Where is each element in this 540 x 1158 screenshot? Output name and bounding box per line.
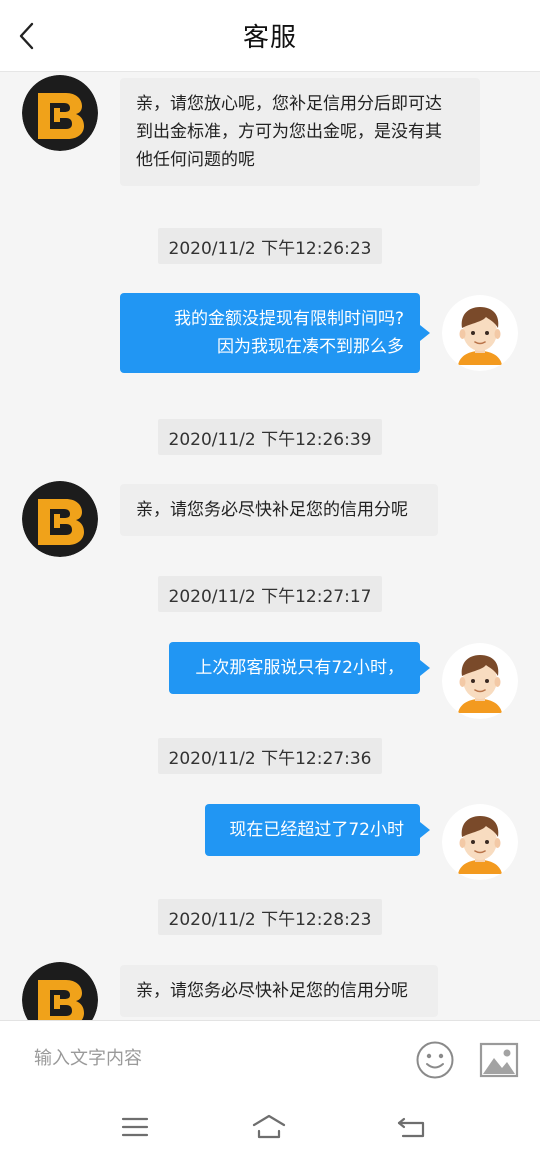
user-cartoon-avatar[interactable] [442, 643, 518, 719]
system-navigation-bar [0, 1096, 540, 1158]
image-icon[interactable] [479, 1041, 519, 1079]
user-cartoon-avatar[interactable] [442, 295, 518, 371]
app-header: 客服 [0, 0, 540, 72]
message-bubble-incoming: 亲，请您放心呢，您补足信用分后即可达 到出金标准，方可为您出金呢，是没有其 他任… [120, 78, 480, 186]
message-timestamp: 2020/11/2 下午12:27:36 [158, 738, 382, 774]
message-timestamp: 2020/11/2 下午12:27:17 [158, 576, 382, 612]
message-bubble-outgoing: 上次那客服说只有72小时， [169, 642, 430, 694]
home-icon[interactable] [251, 1111, 287, 1143]
menu-icon[interactable] [117, 1111, 153, 1143]
agent-logo-avatar[interactable] [22, 962, 98, 1020]
message-text-input[interactable] [34, 1041, 374, 1075]
message-bubble-incoming: 亲，请您务必尽快补足您的信用分呢 [120, 484, 438, 536]
smiley-icon[interactable] [415, 1040, 455, 1080]
message-timestamp: 2020/11/2 下午12:26:39 [158, 419, 382, 455]
message-timestamp: 2020/11/2 下午12:28:23 [158, 899, 382, 935]
message-bubble-incoming: 亲，请您务必尽快补足您的信用分呢 [120, 965, 438, 1017]
agent-logo-avatar[interactable] [22, 75, 98, 151]
message-timestamp: 2020/11/2 下午12:26:23 [158, 228, 382, 264]
message-bubble-outgoing: 我的金额没提现有限制时间吗? 因为我现在凑不到那么多 [120, 293, 430, 373]
agent-logo-avatar[interactable] [22, 481, 98, 557]
chevron-left-icon [19, 22, 34, 50]
back-button[interactable] [12, 18, 40, 54]
message-bubble-outgoing: 现在已经超过了72小时 [205, 804, 430, 856]
message-input-bar [0, 1020, 540, 1096]
return-icon[interactable] [393, 1111, 429, 1143]
page-title: 客服 [242, 23, 297, 53]
user-cartoon-avatar[interactable] [442, 804, 518, 880]
chat-message-list[interactable]: 亲，请您放心呢，您补足信用分后即可达 到出金标准，方可为您出金呢，是没有其 他任… [0, 73, 540, 1020]
